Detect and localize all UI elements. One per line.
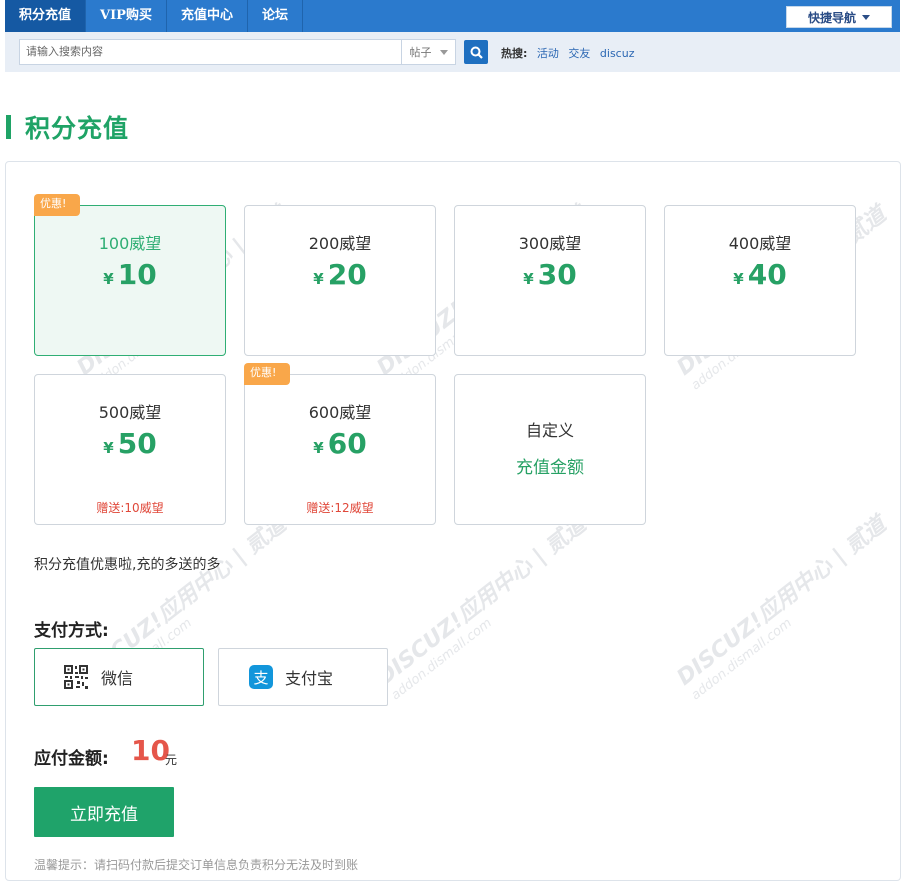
search-button[interactable]	[464, 40, 488, 64]
package-bonus: 赠送:10威望	[96, 501, 164, 515]
promo-badge: 优惠!	[244, 363, 290, 385]
qrcode-icon	[63, 664, 89, 690]
watermark: DISCUZ!应用中心 | 贰道addon.dismall.com	[672, 512, 891, 704]
page-header: 积分充值	[6, 112, 130, 143]
package-card-300[interactable]: 300威望 ¥30	[454, 205, 646, 356]
package-label: 500威望	[98, 403, 162, 422]
tab-forum[interactable]: 论坛	[248, 0, 303, 32]
package-label: 100威望	[98, 234, 162, 253]
package-card-600[interactable]: 600威望 ¥60 赠送:12威望	[244, 374, 436, 525]
hot-search: 热搜: 活动 交友 discuz	[501, 45, 640, 61]
search-bar: 请输入搜索内容 帖子 热搜: 活动 交友 discuz	[5, 32, 900, 72]
tab-vip-purchase[interactable]: VIP购买	[86, 0, 167, 32]
custom-package-amount: 充值金额	[516, 458, 584, 478]
promo-note: 积分充值优惠啦,充的多送的多	[34, 557, 221, 573]
hot-keyword-link[interactable]: 活动	[537, 47, 559, 60]
watermark: DISCUZ!应用中心 | 贰道addon.dismall.com	[372, 512, 591, 704]
package-label: 400威望	[728, 234, 792, 253]
promo-badge: 优惠!	[34, 194, 80, 216]
top-nav: 积分充值 VIP购买 充值中心 论坛 快捷导航	[5, 0, 900, 32]
package-price: ¥10	[103, 258, 157, 291]
title-accent-bar	[6, 115, 11, 139]
search-type-select[interactable]: 帖子	[401, 39, 456, 65]
package-price: ¥50	[103, 427, 157, 460]
amount-due-unit: 元	[165, 753, 178, 767]
payment-option-label: 支付宝	[285, 669, 334, 688]
package-label: 600威望	[308, 403, 372, 422]
package-label: 300威望	[518, 234, 582, 253]
payment-option-label: 微信	[101, 669, 134, 688]
package-price: ¥40	[733, 258, 787, 291]
chevron-down-icon	[862, 14, 870, 20]
tab-recharge-center[interactable]: 充值中心	[167, 0, 248, 32]
page-title: 积分充值	[25, 114, 130, 143]
hot-search-label: 热搜:	[501, 47, 528, 60]
alipay-icon: 支	[249, 665, 273, 689]
quick-nav-label: 快捷导航	[807, 10, 856, 25]
search-input[interactable]: 请输入搜索内容	[19, 39, 401, 65]
chevron-down-icon	[439, 49, 448, 55]
payment-option-alipay[interactable]: 支 支付宝	[218, 648, 388, 706]
package-price: ¥60	[313, 427, 367, 460]
search-icon	[470, 46, 483, 59]
payment-option-wechat[interactable]: 微信	[34, 648, 204, 706]
search-type-value: 帖子	[409, 46, 432, 59]
package-card-200[interactable]: 200威望 ¥20	[244, 205, 436, 356]
hot-keyword-link[interactable]: discuz	[600, 47, 635, 60]
package-card-custom[interactable]: 自定义 充值金额	[454, 374, 646, 525]
package-card-500[interactable]: 500威望 ¥50 赠送:10威望	[34, 374, 226, 525]
package-card-400[interactable]: 400威望 ¥40	[664, 205, 856, 356]
svg-text:支: 支	[253, 669, 268, 687]
payment-method-label: 支付方式:	[34, 621, 109, 641]
quick-nav-button[interactable]: 快捷导航	[786, 6, 892, 28]
package-price: ¥30	[523, 258, 577, 291]
amount-due-label: 应付金额:	[34, 749, 109, 769]
recharge-now-button[interactable]: 立即充值	[34, 787, 174, 837]
recharge-panel: DISCUZ!应用中心 | 贰道addon.dismall.com DISCUZ…	[5, 161, 901, 881]
package-card-100[interactable]: 100威望 ¥10	[34, 205, 226, 356]
package-price: ¥20	[313, 258, 367, 291]
custom-package-label: 自定义	[525, 421, 574, 440]
package-bonus: 赠送:12威望	[306, 501, 374, 515]
tab-points-recharge[interactable]: 积分充值	[5, 0, 87, 32]
package-label: 200威望	[308, 234, 372, 253]
hot-keyword-link[interactable]: 交友	[568, 47, 590, 60]
warm-tip: 温馨提示：请扫码付款后提交订单信息负责积分无法及时到账	[34, 858, 359, 872]
